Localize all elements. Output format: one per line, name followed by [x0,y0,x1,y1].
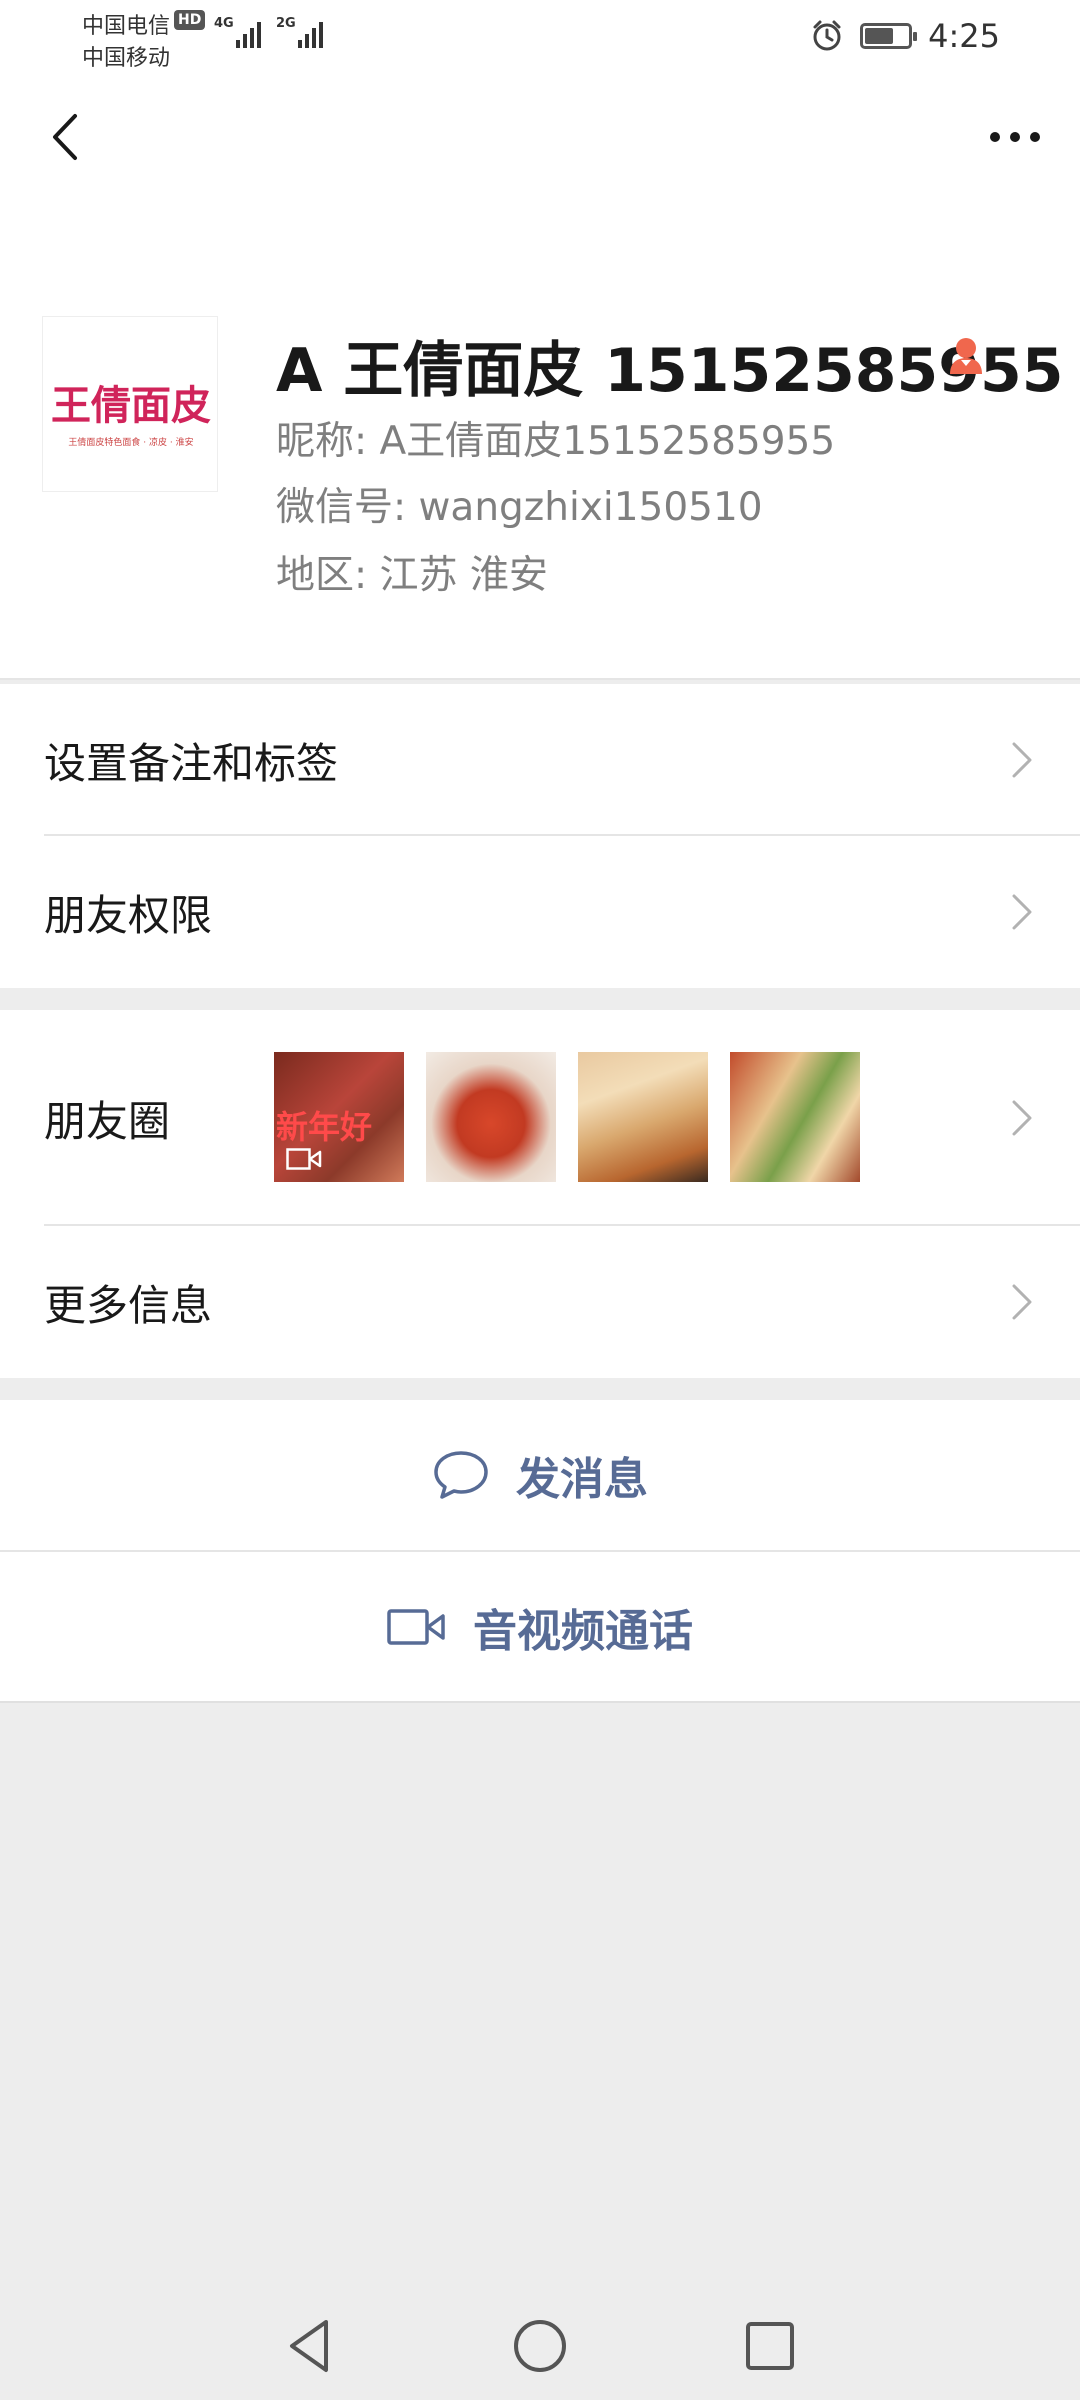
more-info-label: 更多信息 [44,1280,213,1330]
carrier-1-label: 中国电信 [82,14,171,39]
chevron-right-icon [1012,1100,1032,1136]
recents-square-icon[interactable] [740,2316,800,2376]
send-message-label: 发消息 [516,1454,648,1505]
moments-cell[interactable]: 朋友圈 新年好 [0,1010,1080,1226]
status-time: 4:25 [928,17,1000,55]
remarks-tags-cell[interactable]: 设置备注和标签 [0,684,1080,836]
home-circle-icon[interactable] [510,2316,570,2376]
battery-level [865,28,894,44]
network-type-2: 2G [276,16,296,31]
moments-thumb-3[interactable] [578,1052,708,1182]
chevron-right-icon [1012,894,1032,930]
wechat-id-line: 微信号: wangzhixi150510 [276,485,763,530]
av-call-button[interactable]: 音视频通话 [0,1552,1080,1702]
moments-thumb-2[interactable] [426,1052,556,1182]
back-button[interactable] [30,102,100,172]
carrier-2-label: 中国移动 [82,46,171,71]
back-triangle-icon[interactable] [280,2316,340,2376]
chat-bubble-icon [434,1451,488,1499]
chevron-right-icon [1012,742,1032,778]
avatar-sub-text: 王倩面皮特色面食 · 凉皮 · 淮安 [68,438,194,448]
av-call-label: 音视频通话 [473,1606,693,1657]
moments-group: 朋友圈 新年好 更多信息 [0,1010,1080,1378]
region-line: 地区: 江苏 淮安 [276,553,548,598]
hd-badge: HD [174,10,206,30]
status-bar: 中国电信 HD 中国移动 4G 2G 4:25 [0,0,1080,80]
nav-header [0,80,1080,200]
signal-strength-2-icon [298,18,323,48]
friend-permissions-cell[interactable]: 朋友权限 [0,836,1080,988]
remarks-tags-label: 设置备注和标签 [44,738,339,788]
friend-permissions-label: 朋友权限 [44,890,213,940]
settings-group: 设置备注和标签 朋友权限 [0,684,1080,988]
more-dots-icon [990,132,1040,142]
nickname-line: 昵称: A王倩面皮15152585955 [276,419,836,464]
profile-card: 王倩面皮 王倩面皮特色面食 · 凉皮 · 淮安 A 王倩面皮 151525859… [0,200,1080,680]
system-nav-bar [0,2290,1080,2400]
more-options-button[interactable] [980,102,1050,172]
divider [0,1701,1080,1703]
chevron-right-icon [1012,1284,1032,1320]
network-type-1: 4G [214,16,234,31]
moments-thumb-4[interactable] [730,1052,860,1182]
alarm-icon [813,20,841,51]
moments-label: 朋友圈 [44,1096,171,1146]
avatar[interactable]: 王倩面皮 王倩面皮特色面食 · 凉皮 · 淮安 [42,316,218,492]
contact-profile-page: 中国电信 HD 中国移动 4G 2G 4:25 王倩面皮 王倩面皮特色面食 · … [0,0,1080,2400]
user-badge-icon [950,338,982,374]
signal-strength-1-icon [236,18,261,48]
send-message-button[interactable]: 发消息 [0,1400,1080,1550]
moments-thumb-caption: 新年好 [276,1108,373,1146]
more-info-cell[interactable]: 更多信息 [0,1226,1080,1378]
chevron-left-icon [53,114,77,160]
avatar-brand-text: 王倩面皮 [51,382,211,429]
video-camera-icon [286,1148,322,1170]
status-right-group: 4:25 [810,16,1000,56]
battery-icon [860,23,918,49]
moments-thumb-1[interactable]: 新年好 [274,1052,404,1182]
video-call-icon [387,1609,445,1645]
